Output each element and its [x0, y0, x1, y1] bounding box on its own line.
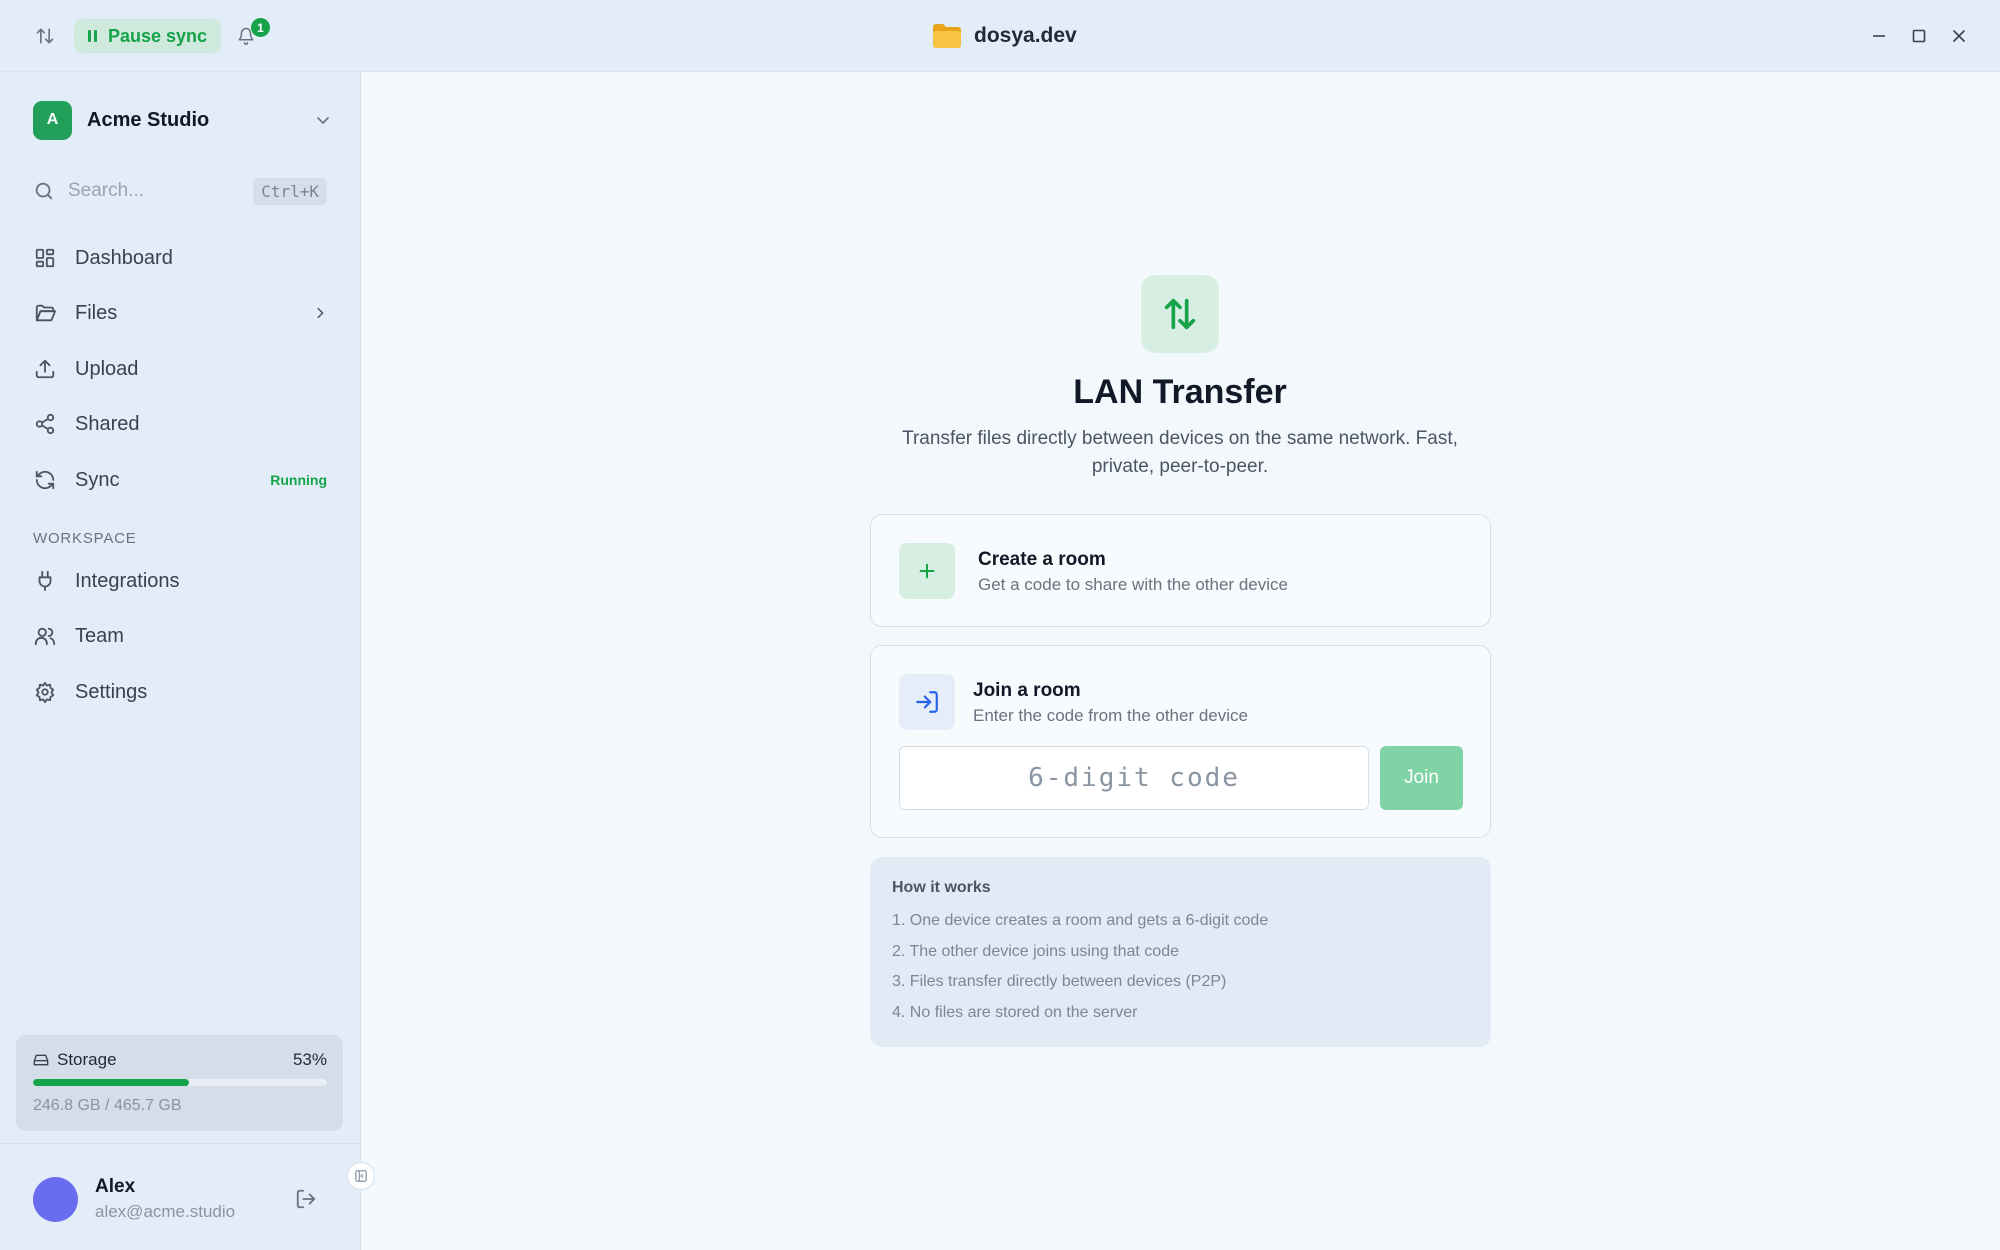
sidebar-item-team[interactable]: Team: [33, 616, 327, 656]
storage-used: 246.8 GB / 465.7 GB: [33, 1097, 182, 1114]
join-room-card: Join a room Enter the code from the othe…: [870, 645, 1491, 838]
storage-progress-fill: [33, 1079, 189, 1086]
sidebar-item-label: Settings: [75, 680, 148, 703]
join-room-subtitle: Enter the code from the other device: [973, 706, 1248, 725]
avatar[interactable]: [33, 1177, 78, 1222]
gear-icon: [33, 680, 57, 704]
collapse-sidebar-icon[interactable]: [347, 1162, 375, 1190]
search-icon: [35, 182, 53, 200]
folder-emoji-icon: [933, 24, 961, 48]
how-step: 1. One device creates a room and gets a …: [892, 912, 1269, 929]
share-icon: [33, 412, 57, 436]
sync-status-badge: Running: [270, 472, 327, 488]
sidebar-item-label: Upload: [75, 357, 139, 380]
pause-sync-button[interactable]: Pause sync: [74, 19, 222, 53]
sync-icon: [33, 468, 57, 492]
workspace-name: Acme Studio: [87, 108, 210, 131]
how-it-works-title: How it works: [892, 879, 991, 896]
logout-icon[interactable]: [295, 1188, 317, 1215]
page-subtitle: Transfer files directly between devices …: [870, 425, 1490, 481]
folder-icon: [33, 301, 57, 325]
how-step: 4. No files are stored on the server: [892, 1004, 1138, 1021]
user-name: Alex: [95, 1176, 136, 1197]
maximize-icon[interactable]: [1905, 22, 1933, 50]
close-icon[interactable]: [1945, 22, 1973, 50]
chevron-down-icon: [317, 117, 329, 124]
minimize-icon[interactable]: [1865, 22, 1893, 50]
storage-widget: Storage 53% 246.8 GB / 465.7 GB: [16, 1035, 343, 1131]
pause-sync-label: Pause sync: [108, 25, 208, 46]
sidebar-item-sync[interactable]: Sync Running: [33, 460, 327, 500]
storage-percent: 53%: [292, 1050, 327, 1069]
page-title: LAN Transfer: [1073, 373, 1287, 411]
sidebar-item-label: Integrations: [75, 569, 180, 592]
drive-icon: [33, 1054, 49, 1066]
enter-icon: [899, 674, 955, 730]
title-bar: Pause sync 1 dosya.dev: [0, 0, 2000, 72]
create-room-title: Create a room: [978, 549, 1106, 570]
search-shortcut: Ctrl+K: [253, 177, 327, 205]
join-room-title: Join a room: [973, 680, 1081, 701]
sidebar-item-files[interactable]: Files: [33, 293, 327, 333]
sidebar-item-label: Shared: [75, 412, 140, 435]
user-profile: Alex alex@acme.studio: [0, 1143, 361, 1250]
user-email: alex@acme.studio: [95, 1202, 236, 1221]
notification-badge: 1: [251, 18, 270, 37]
storage-label: Storage: [57, 1050, 117, 1069]
users-icon: [33, 624, 57, 648]
how-it-works-panel: How it works 1. One device creates a roo…: [870, 857, 1491, 1047]
sidebar: A Acme Studio Search... Ctrl+K Dashboard…: [0, 72, 361, 1250]
page-subtitle-line-2: private, peer-to-peer.: [1091, 456, 1269, 477]
room-code-input[interactable]: [899, 746, 1369, 810]
sidebar-item-dashboard[interactable]: Dashboard: [33, 238, 327, 278]
how-step: 2. The other device joins using that cod…: [892, 943, 1179, 960]
plug-icon: [33, 569, 57, 593]
create-room-card[interactable]: Create a room Get a code to share with t…: [870, 514, 1491, 627]
search-input[interactable]: Search... Ctrl+K: [33, 172, 327, 210]
plus-icon: [899, 543, 955, 599]
transfer-arrows-icon[interactable]: [33, 24, 57, 48]
sidebar-item-integrations[interactable]: Integrations: [33, 561, 327, 601]
join-button[interactable]: Join: [1380, 746, 1463, 810]
lan-transfer-icon: [1141, 275, 1219, 353]
sidebar-item-label: Sync: [75, 468, 120, 491]
search-placeholder: Search...: [68, 180, 145, 201]
storage-header: Storage 53%: [33, 1050, 327, 1070]
page-subtitle-line-1: Transfer files directly between devices …: [902, 428, 1458, 449]
workspace-avatar: A: [33, 100, 72, 140]
create-room-subtitle: Get a code to share with the other devic…: [978, 575, 1288, 594]
chevron-right-icon: [317, 307, 324, 319]
window-title: dosya.dev: [932, 20, 1077, 52]
sidebar-item-label: Files: [75, 301, 118, 324]
pause-icon: [88, 30, 97, 42]
sidebar-item-label: Dashboard: [75, 246, 173, 269]
upload-icon: [33, 357, 57, 381]
sidebar-item-shared[interactable]: Shared: [33, 404, 327, 444]
how-step: 3. Files transfer directly between devic…: [892, 973, 1227, 990]
workspace-switcher[interactable]: A Acme Studio: [33, 100, 331, 140]
section-label-workspace: WORKSPACE: [33, 530, 137, 547]
grid-icon: [33, 246, 57, 270]
sidebar-item-upload[interactable]: Upload: [33, 349, 327, 389]
storage-progress-bar: [33, 1079, 327, 1086]
sidebar-item-label: Team: [75, 624, 124, 647]
sidebar-item-settings[interactable]: Settings: [33, 672, 327, 712]
window-title-text: dosya.dev: [974, 24, 1077, 47]
